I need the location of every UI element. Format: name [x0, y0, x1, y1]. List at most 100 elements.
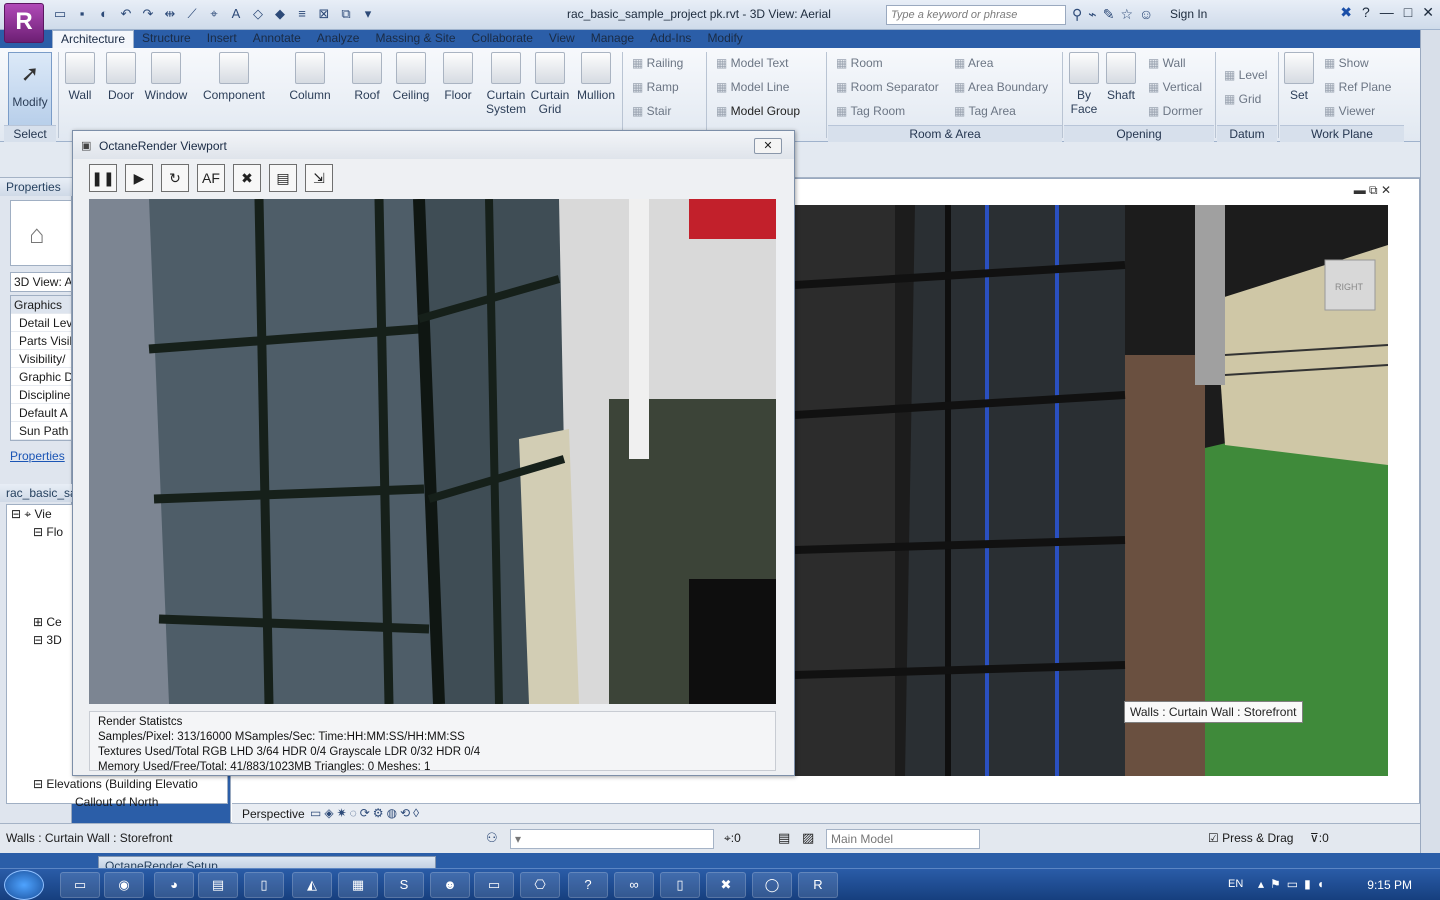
gimp-icon[interactable]: ◕: [154, 872, 194, 898]
close-icon[interactable]: ✕: [1422, 4, 1434, 21]
expand-icon[interactable]: ⊞: [33, 615, 46, 629]
collapse-icon[interactable]: ⊟ ⌖: [11, 507, 34, 521]
save-icon[interactable]: ▪: [74, 5, 90, 23]
view-3d-icon[interactable]: ◇: [250, 5, 266, 23]
close-hidden-icon[interactable]: ⊠: [316, 5, 332, 23]
view-minimize-icon[interactable]: ▬: [1354, 183, 1369, 197]
room-separator-button[interactable]: Room Separator: [836, 80, 939, 94]
editing-icon[interactable]: ▨: [802, 830, 814, 846]
clock[interactable]: 9:15 PM: [1367, 878, 1412, 892]
view-type-selector[interactable]: 3D View: A: [10, 272, 72, 292]
workset-dropdown[interactable]: ▾: [510, 829, 714, 849]
model-group-button[interactable]: Model Group: [716, 104, 800, 118]
work-plane-panel-label[interactable]: Work Plane: [1280, 125, 1404, 142]
tag-icon[interactable]: ⌖: [206, 5, 222, 23]
modify-button[interactable]: ➚ Modify: [8, 52, 52, 126]
curtain-grid-button[interactable]: Curtain Grid: [530, 52, 570, 116]
select-panel-label[interactable]: Select: [4, 125, 56, 142]
viewer-button[interactable]: Viewer: [1324, 104, 1375, 118]
file-icon[interactable]: ▯: [660, 872, 700, 898]
revit-icon[interactable]: R: [798, 872, 838, 898]
document-icon[interactable]: ▤: [198, 872, 238, 898]
graphics-group[interactable]: Graphics: [11, 296, 71, 314]
roof-button[interactable]: Roof: [350, 52, 384, 102]
ref-plane-button[interactable]: Ref Plane: [1324, 80, 1392, 94]
press-drag-checkbox[interactable]: ☑ Press & Drag: [1208, 831, 1293, 845]
model-line-button[interactable]: Model Line: [716, 80, 790, 94]
undo-icon[interactable]: ↶: [118, 5, 134, 23]
explorer-icon[interactable]: ▭: [60, 872, 100, 898]
tray-icons[interactable]: ▴⚑▭▮◖: [1258, 877, 1330, 891]
minimize-icon[interactable]: —: [1380, 4, 1394, 21]
component-button[interactable]: Component: [200, 52, 268, 102]
tab-modify[interactable]: Modify: [699, 30, 750, 48]
vertical-opening-button[interactable]: Vertical: [1148, 80, 1202, 94]
worksets-icon[interactable]: ⚇: [486, 830, 498, 846]
railing-button[interactable]: Railing: [632, 56, 684, 70]
help-icon[interactable]: ?: [1362, 4, 1370, 21]
tab-collaborate[interactable]: Collaborate: [464, 30, 541, 48]
notepad-icon[interactable]: ▯: [244, 872, 284, 898]
redo-icon[interactable]: ↷: [140, 5, 156, 23]
curtain-system-button[interactable]: Curtain System: [484, 52, 528, 116]
properties-help-link[interactable]: Properties: [10, 449, 65, 463]
pdf-icon[interactable]: ⎔: [520, 872, 560, 898]
property-row[interactable]: Visibility/: [11, 350, 71, 368]
tab-analyze[interactable]: Analyze: [309, 30, 368, 48]
thin-lines-icon[interactable]: ≡: [294, 5, 310, 23]
tree-item-callout[interactable]: Callout of North: [75, 795, 158, 809]
language-indicator[interactable]: EN: [1228, 878, 1243, 890]
text-icon[interactable]: A: [228, 5, 244, 23]
show-button[interactable]: Show: [1324, 56, 1369, 70]
stair-button[interactable]: Stair: [632, 104, 672, 118]
tool-icon[interactable]: ✖: [706, 872, 746, 898]
restart-icon[interactable]: ↻: [161, 164, 189, 192]
grid-button[interactable]: Grid: [1224, 92, 1262, 106]
door-button[interactable]: Door: [104, 52, 138, 102]
firefox-icon[interactable]: ◉: [104, 872, 144, 898]
binoculars-icon[interactable]: ⚲: [1072, 6, 1082, 23]
property-row[interactable]: Default A: [11, 404, 71, 422]
search-input[interactable]: Type a keyword or phrase: [886, 5, 1066, 25]
datum-panel-label[interactable]: Datum: [1217, 125, 1277, 142]
skype-icon[interactable]: S: [384, 872, 424, 898]
view-restore-icon[interactable]: ⧉: [1369, 183, 1381, 197]
shaft-button[interactable]: Shaft: [1104, 52, 1138, 102]
view-control-icons[interactable]: ▭◈✷◌⟳⚙◍⟲◊: [310, 806, 422, 820]
af-icon[interactable]: AF: [197, 164, 225, 192]
dormer-button[interactable]: Dormer: [1148, 104, 1203, 118]
viewcube-label[interactable]: RIGHT: [1335, 282, 1364, 292]
dimension-icon[interactable]: ⟋: [184, 5, 200, 23]
floor-button[interactable]: Floor: [440, 52, 476, 102]
start-button[interactable]: [4, 870, 44, 900]
design-options-icon[interactable]: ▤: [778, 830, 790, 846]
ramp-button[interactable]: Ramp: [632, 80, 679, 94]
property-row[interactable]: Parts Visil: [11, 332, 71, 350]
help-tool-icon[interactable]: ?: [568, 872, 608, 898]
dropdown-icon[interactable]: ▾: [360, 5, 376, 23]
wall-button[interactable]: Wall: [64, 52, 96, 102]
wall-opening-button[interactable]: Wall: [1148, 56, 1186, 70]
area-button[interactable]: Area: [954, 56, 993, 70]
render-output[interactable]: [89, 199, 776, 704]
collapse-icon[interactable]: ⊟: [33, 777, 46, 791]
pause-icon[interactable]: ❚❚: [89, 164, 117, 192]
ceiling-button[interactable]: Ceiling: [390, 52, 432, 102]
mullion-button[interactable]: Mullion: [574, 52, 618, 102]
tab-manage[interactable]: Manage: [583, 30, 642, 48]
tree-item-3d-views[interactable]: ⊟ 3D: [33, 633, 62, 647]
set-button[interactable]: Set: [1284, 52, 1314, 102]
paper-icon[interactable]: ▭: [474, 872, 514, 898]
export-icon[interactable]: ⇲: [305, 164, 333, 192]
infinity-icon[interactable]: ∞: [614, 872, 654, 898]
room-area-panel-label[interactable]: Room & Area: [828, 125, 1062, 142]
property-row[interactable]: Detail Lev: [11, 314, 71, 332]
measure-icon[interactable]: ⇹: [162, 5, 178, 23]
selection-filter[interactable]: ⊽:0: [1310, 831, 1329, 845]
tag-room-button[interactable]: Tag Room: [836, 104, 905, 118]
tab-annotate[interactable]: Annotate: [245, 30, 309, 48]
vertical-scrollbar[interactable]: [1420, 30, 1440, 853]
open-icon[interactable]: ▭: [52, 5, 68, 23]
tab-view[interactable]: View: [541, 30, 583, 48]
tab-add-ins[interactable]: Add-Ins: [642, 30, 699, 48]
